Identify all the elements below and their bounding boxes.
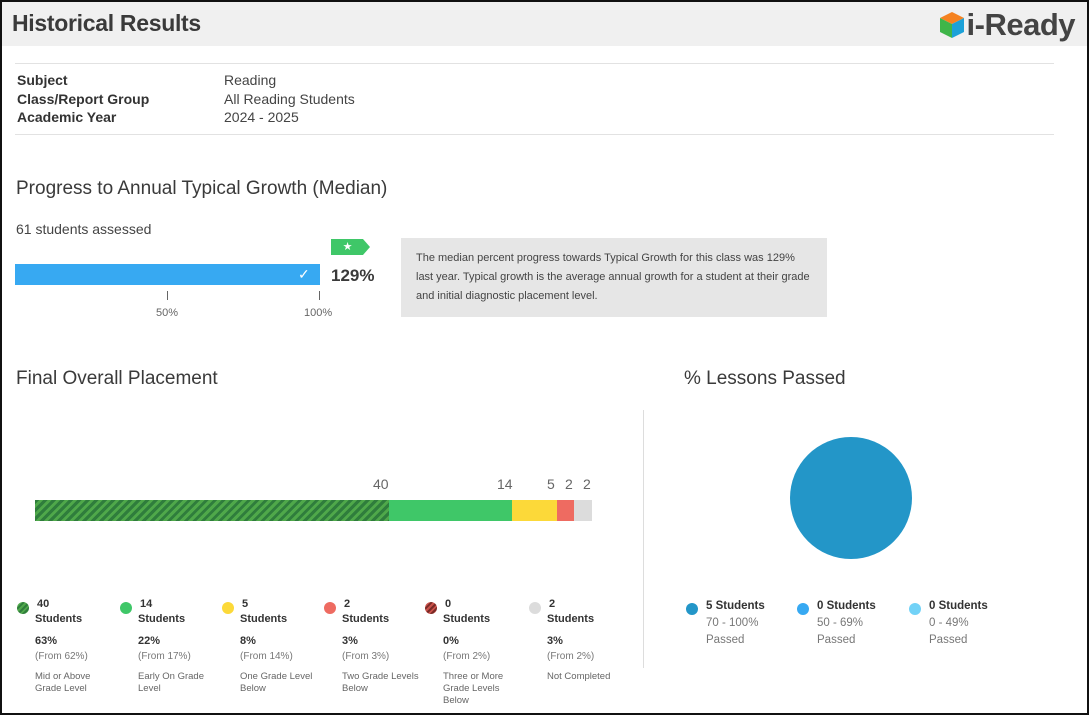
bar-segment-early-on[interactable] [388, 500, 513, 521]
legend-count: 14 [140, 598, 153, 610]
legend-unit: Students [240, 613, 288, 625]
section-divider [643, 410, 644, 668]
legend-desc: Two Grade Levels Below [342, 671, 419, 694]
tick-label-100: 100% [304, 307, 333, 319]
bar-value-label: 40 [373, 476, 389, 492]
legend-from: (From 17%) [138, 651, 191, 662]
progress-bar [15, 264, 320, 285]
divider [15, 134, 1054, 135]
lessons-status: Passed [817, 634, 856, 646]
hatched-red-dot-icon [425, 602, 437, 614]
meta-label-class: Class/Report Group [17, 91, 150, 107]
progress-title: Progress to Annual Typical Growth (Media… [16, 178, 388, 199]
placement-title: Final Overall Placement [16, 368, 218, 389]
legend-percent: 0% [443, 635, 459, 647]
bar-segment-mid-or-above[interactable] [35, 500, 389, 521]
bar-segment-two-below[interactable] [556, 500, 575, 521]
legend-percent: 8% [240, 635, 256, 647]
lessons-range: 70 - 100% [706, 617, 759, 629]
gray-dot-icon [529, 602, 541, 614]
blue-dot-icon [686, 603, 698, 615]
logo-text: i-Ready [966, 7, 1076, 42]
legend-count: 2 [549, 598, 556, 610]
legend-unit: Students [443, 613, 491, 625]
bar-value-label: 2 [565, 476, 573, 492]
lessons-title: % Lessons Passed [684, 368, 846, 389]
legend-unit: Students [138, 613, 186, 625]
legend-desc: Three or More Grade Levels Below [443, 671, 504, 706]
cube-icon [939, 12, 964, 38]
hatched-green-dot-icon [17, 602, 29, 614]
tick-50 [167, 291, 168, 300]
report-frame [0, 0, 1089, 715]
legend-desc: One Grade Level Below [240, 671, 313, 694]
tick-100 [319, 291, 320, 300]
legend-percent: 3% [547, 635, 563, 647]
i-ready-logo: i-Ready [939, 7, 1076, 42]
lessons-count: 5 Students [706, 600, 765, 612]
bar-segment-one-below[interactable] [512, 500, 557, 521]
legend-unit: Students [342, 613, 390, 625]
progress-percent: 129% [331, 266, 375, 285]
divider [15, 63, 1054, 64]
legend-unit: Students [35, 613, 83, 625]
tick-label-50: 50% [156, 307, 179, 319]
legend-count: 0 [445, 598, 452, 610]
legend-desc: Not Completed [547, 671, 611, 682]
meta-value-class: All Reading Students [224, 91, 355, 107]
yellow-dot-icon [222, 602, 234, 614]
star-flag-icon: ★ [331, 239, 370, 255]
header-bar: Historical Results i-Ready [2, 2, 1087, 46]
legend-from: (From 2%) [443, 651, 491, 662]
legend-count: 5 [242, 598, 249, 610]
lessons-range: 0 - 49% [929, 617, 969, 629]
check-icon: ✓ [298, 266, 310, 282]
legend-from: (From 2%) [547, 651, 595, 662]
page-title: Historical Results [12, 10, 201, 36]
lessons-pie-chart[interactable] [790, 437, 912, 559]
legend-count: 40 [37, 598, 50, 610]
legend-desc: Mid or Above Grade Level [35, 671, 91, 694]
meta-value-year: 2024 - 2025 [224, 109, 299, 125]
bar-value-label: 5 [547, 476, 555, 492]
lessons-status: Passed [929, 634, 968, 646]
meta-label-subject: Subject [17, 72, 68, 88]
lessons-count: 0 Students [929, 600, 988, 612]
lessons-count: 0 Students [817, 600, 876, 612]
legend-from: (From 62%) [35, 651, 88, 662]
red-dot-icon [324, 602, 336, 614]
legend-count: 2 [344, 598, 351, 610]
bar-value-label: 2 [583, 476, 591, 492]
legend-unit: Students [547, 613, 595, 625]
meta-label-year: Academic Year [17, 109, 117, 125]
legend-percent: 22% [138, 635, 161, 647]
sky-blue-dot-icon [909, 603, 921, 615]
students-assessed: 61 students assessed [16, 221, 152, 237]
meta-value-subject: Reading [224, 72, 277, 88]
legend-from: (From 3%) [342, 651, 390, 662]
green-dot-icon [120, 602, 132, 614]
legend-percent: 3% [342, 635, 358, 647]
bar-segment-not-completed[interactable] [574, 500, 592, 521]
legend-from: (From 14%) [240, 651, 293, 662]
light-blue-dot-icon [797, 603, 809, 615]
growth-tooltip: The median percent progress towards Typi… [401, 238, 827, 317]
legend-desc: Early On Grade Level [138, 671, 204, 694]
placement-stacked-bar [35, 500, 592, 521]
lessons-status: Passed [706, 634, 745, 646]
bar-value-label: 14 [497, 476, 513, 492]
legend-percent: 63% [35, 635, 58, 647]
lessons-range: 50 - 69% [817, 617, 864, 629]
